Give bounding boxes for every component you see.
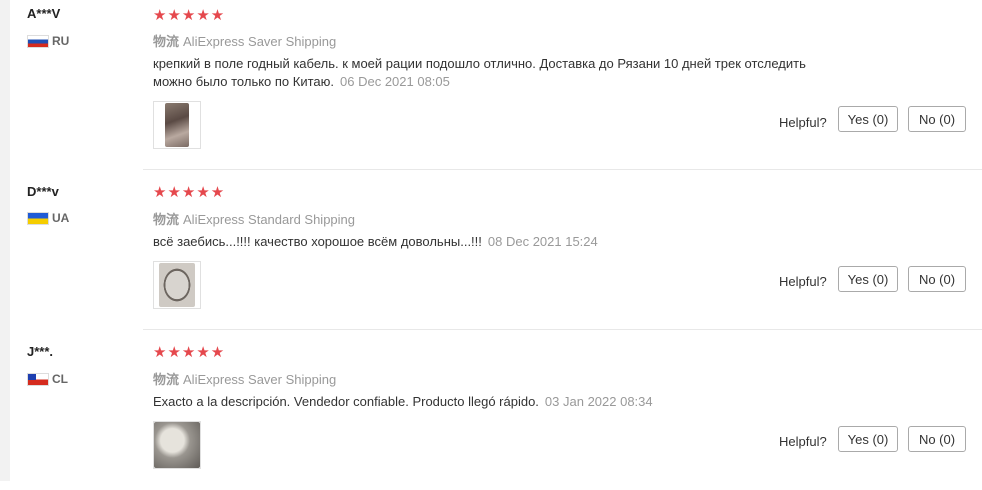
review-photo-thumbnail[interactable] [153,101,201,149]
review-photo-thumbnail[interactable] [153,421,201,469]
helpful-yes-button[interactable]: Yes (0) [838,266,898,292]
review-date: 08 Dec 2021 15:24 [487,234,598,249]
review-photo-thumbnail[interactable] [153,261,201,309]
shipping-info: 物流 AliExpress Standard Shipping [153,209,355,228]
cable-coil-photo-image [159,263,195,307]
review-text: крепкий в поле годный кабель. к моей рац… [153,55,873,91]
helpful-no-button[interactable]: No (0) [908,106,966,132]
shipping-label: 物流 [153,34,180,49]
shipping-label: 物流 [153,212,180,227]
left-sidebar-strip [0,0,10,481]
star-rating: ★★★★★ [153,7,226,24]
country-code: UA [52,211,70,225]
review-text-line: Exacto a la descripción. Vendedor confia… [153,394,539,409]
star-rating: ★★★★★ [153,344,226,361]
reviewer-country: UA [27,211,69,225]
review-text: всё заебись...!!!! качество хорошое всём… [153,233,873,251]
helpful-label: Helpful? [779,115,827,130]
shipping-method: AliExpress Standard Shipping [183,212,356,227]
reviewer-country: RU [27,34,69,48]
ukraine-flag-icon [27,211,49,225]
review-date: 03 Jan 2022 08:34 [544,394,653,409]
reviewer-name: J***. [27,344,54,359]
review-item: D***v UA ★★★★★ 物流 AliExpress Standard Shi… [10,170,972,330]
shipping-method: AliExpress Saver Shipping [183,34,337,49]
shipping-info: 物流 AliExpress Saver Shipping [153,369,336,388]
country-code: CL [52,372,68,386]
review-item: J***. CL ★★★★★ 物流 AliExpress Saver Shippi… [10,330,972,490]
shipping-method: AliExpress Saver Shipping [183,372,337,387]
review-text-line: всё заебись...!!!! качество хорошое всём… [153,234,482,249]
shipping-info: 物流 AliExpress Saver Shipping [153,31,336,50]
chile-flag-icon [27,372,49,386]
review-text: Exacto a la descripción. Vendedor confia… [153,393,873,411]
helpful-label: Helpful? [779,274,827,289]
product-photo-image [154,422,200,468]
reviewer-country: CL [27,372,68,386]
review-text-line: крепкий в поле годный кабель. к моей рац… [153,56,806,71]
helpful-no-button[interactable]: No (0) [908,426,966,452]
helpful-yes-button[interactable]: Yes (0) [838,426,898,452]
shipping-label: 物流 [153,372,180,387]
review-date: 06 Dec 2021 08:05 [340,74,450,89]
helpful-yes-button[interactable]: Yes (0) [838,106,898,132]
country-code: RU [52,34,70,48]
review-text-line: можно было только по Китаю. [153,74,335,89]
star-rating: ★★★★★ [153,184,226,201]
cable-photo-image [165,103,189,147]
reviewer-name: A***V [27,6,61,21]
review-item: A***V RU ★★★★★ 物流 AliExpress Saver Shippi… [10,0,972,160]
helpful-label: Helpful? [779,434,827,449]
russia-flag-icon [27,34,49,48]
helpful-no-button[interactable]: No (0) [908,266,966,292]
reviewer-name: D***v [27,184,59,199]
